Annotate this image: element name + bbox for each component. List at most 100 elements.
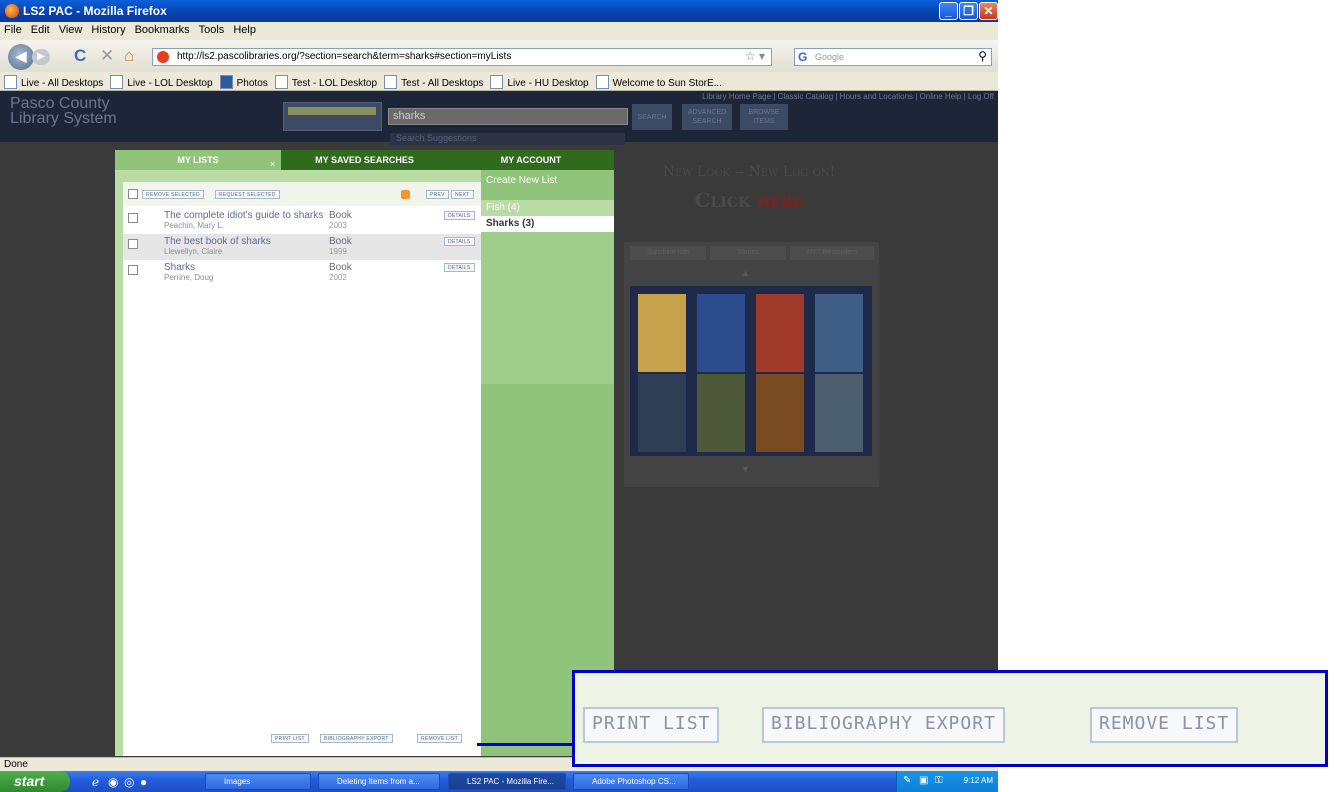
remove-selected-button[interactable]: REMOVE SELECTED (142, 190, 204, 199)
list-fish[interactable]: Fish (4) (481, 200, 614, 216)
bibliography-export-button[interactable]: BIBLIOGRAPHY EXPORT (320, 734, 393, 743)
book-cover[interactable] (756, 294, 804, 372)
zoom-callout: PRINT LIST BIBLIOGRAPHY EXPORT REMOVE LI… (572, 670, 1328, 767)
callout-connector (477, 743, 573, 746)
tab-sunshine-kits[interactable]: Sunshine Kits (630, 246, 706, 260)
firefox-quicklaunch-icon[interactable]: ◉ (108, 775, 118, 789)
details-button[interactable]: DETAILS (444, 263, 475, 272)
promo-click-here[interactable]: Click here (614, 188, 884, 212)
rss-icon[interactable] (401, 190, 410, 199)
bookmark-item[interactable]: Live - HU Desktop (490, 72, 589, 89)
item-checkbox[interactable] (128, 239, 138, 249)
page-content: Pasco County Library System sharks SEARC… (0, 91, 998, 757)
task-deleting-items[interactable]: Deleting Items from a... (318, 773, 440, 790)
create-new-list-link[interactable]: Create New List (481, 170, 614, 198)
promo-here: here (757, 188, 804, 212)
print-list-button[interactable]: PRINT LIST (271, 734, 309, 743)
browse-items-button[interactable]: BROWSE ITEMS (740, 104, 788, 130)
tab-nyt-bestsellers[interactable]: NYT Bestsellers (790, 246, 874, 260)
list-sharks[interactable]: Sharks (3) (481, 216, 614, 232)
forward-icon[interactable]: ▶ (32, 49, 50, 65)
bookmark-item[interactable]: Test - All Desktops (384, 72, 483, 89)
item-year: 1999 (329, 247, 347, 256)
search-button[interactable]: SEARCH (632, 104, 672, 130)
advanced-search-button[interactable]: ADVANCED SEARCH (682, 104, 732, 130)
details-button[interactable]: DETAILS (444, 237, 475, 246)
prev-button[interactable]: PREV (426, 190, 449, 199)
request-selected-button[interactable]: REQUEST SELECTED (215, 190, 280, 199)
url-text: http://ls2.pascolibraries.org/?section=s… (177, 51, 512, 62)
search-scope-select[interactable] (283, 102, 382, 131)
task-photoshop[interactable]: Adobe Photoshop CS... (573, 773, 689, 790)
select-all-checkbox[interactable] (128, 189, 138, 199)
menu-view[interactable]: View (55, 22, 88, 36)
catalog-search-input[interactable]: sharks (388, 108, 628, 125)
lists-sidebar: Create New List Fish (4) Sharks (3) (481, 170, 614, 756)
menu-edit[interactable]: Edit (27, 22, 55, 36)
book-cover[interactable] (815, 294, 863, 372)
library-logo[interactable]: Pasco County Library System (10, 96, 160, 127)
book-cover[interactable] (697, 294, 745, 372)
bookmark-item[interactable]: Photos (219, 72, 268, 89)
item-title[interactable]: Sharks (164, 262, 195, 273)
search-engine-box[interactable]: G Google ⚲ (794, 48, 992, 66)
menu-history[interactable]: History (87, 22, 130, 36)
address-bar[interactable]: http://ls2.pascolibraries.org/?section=s… (152, 48, 772, 66)
header-links[interactable]: Library Home Page | Classic Catalog | Ho… (702, 92, 994, 101)
book-cover[interactable] (815, 374, 863, 452)
bookmark-item[interactable]: Test - LOL Desktop (274, 72, 377, 89)
start-button[interactable]: start (0, 771, 70, 792)
quicklaunch-icon[interactable]: ● (140, 775, 147, 789)
item-checkbox[interactable] (128, 213, 138, 223)
quicklaunch-icon[interactable]: ◎ (124, 775, 134, 789)
carousel-up-icon[interactable]: ▲ (741, 268, 750, 278)
search-suggestions[interactable]: Search Suggestions (390, 133, 625, 145)
book-cover[interactable] (697, 374, 745, 452)
book-cover[interactable] (638, 294, 686, 372)
bookmark-star-icon[interactable]: ☆ ▾ (745, 49, 765, 63)
minimize-icon[interactable]: _ (939, 2, 958, 20)
tab-saved-searches[interactable]: MY SAVED SEARCHES (281, 150, 448, 170)
bookmark-item[interactable]: Welcome to Sun StorE... (595, 72, 722, 89)
volume-icon[interactable]: ▣ (919, 775, 928, 786)
zoom-print-list-button: PRINT LIST (583, 707, 720, 743)
item-title[interactable]: The best book of sharks (164, 236, 271, 247)
item-checkbox[interactable] (128, 265, 138, 275)
menu-file[interactable]: File (0, 22, 27, 36)
task-firefox[interactable]: LS2 PAC - Mozilla Fire... (448, 773, 566, 790)
book-cover[interactable] (638, 374, 686, 452)
book-carousel: Sunshine Kits Stories NYT Bestsellers ▲ … (624, 242, 879, 487)
search-icon[interactable]: ⚲ (978, 49, 987, 63)
cover-grid (630, 286, 872, 456)
book-cover[interactable] (756, 374, 804, 452)
site-favicon-icon (157, 51, 169, 63)
bookmark-item[interactable]: Live - All Desktops (4, 72, 103, 89)
tab-stories[interactable]: Stories (710, 246, 786, 260)
item-title[interactable]: The complete idiot's guide to sharks (164, 210, 323, 221)
remove-list-button[interactable]: REMOVE LIST (417, 734, 462, 743)
tab-my-lists[interactable]: MY LISTS × (115, 150, 281, 170)
back-icon[interactable]: ◀ (8, 44, 34, 70)
menu-tools[interactable]: Tools (195, 22, 230, 36)
network-icon[interactable]: ✎ (903, 775, 911, 786)
status-text: Done (4, 759, 28, 770)
list-actions: PRINT LIST BIBLIOGRAPHY EXPORT REMOVE LI… (123, 726, 481, 746)
promo-column: New Look -- New Log on! Click here Sunsh… (614, 150, 884, 756)
title-bar: LS2 PAC - Mozilla Firefox _ ❐ ✕ (0, 0, 998, 22)
sidebar-spacer (481, 232, 614, 384)
carousel-down-icon[interactable]: ▼ (741, 464, 750, 474)
stop-icon[interactable]: ✕ (100, 47, 114, 65)
next-button[interactable]: NEXT (451, 190, 474, 199)
ie-icon[interactable]: ℯ (92, 775, 99, 789)
reload-icon[interactable]: C (74, 47, 86, 65)
security-icon[interactable]: ⚿ (935, 775, 943, 786)
close-icon[interactable]: ✕ (979, 2, 998, 20)
menu-bookmarks[interactable]: Bookmarks (131, 22, 195, 36)
menu-help[interactable]: Help (229, 22, 261, 36)
task-images[interactable]: Images (205, 773, 311, 790)
tab-my-account[interactable]: MY ACCOUNT (448, 150, 614, 170)
maximize-icon[interactable]: ❐ (959, 2, 978, 20)
home-icon[interactable]: ⌂ (124, 47, 134, 65)
bookmark-item[interactable]: Live - LOL Desktop (110, 72, 213, 89)
details-button[interactable]: DETAILS (444, 211, 475, 220)
